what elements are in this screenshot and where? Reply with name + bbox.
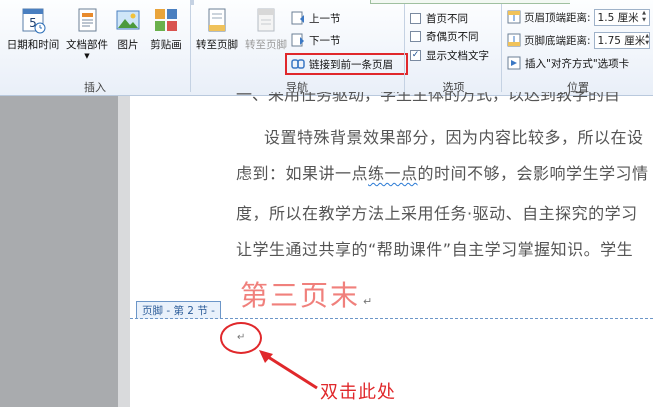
insert-align-tab-label: 插入"对齐方式"选项卡 <box>525 57 630 70</box>
context-tab-edge <box>370 0 570 4</box>
goto-header-label: 转至页脚 <box>245 39 287 51</box>
page-end-heading: 第三页末 ↵ <box>240 279 375 312</box>
clipart-button[interactable]: 剪贴画 <box>146 4 186 66</box>
group-divider <box>404 4 405 92</box>
clipart-icon <box>152 6 180 34</box>
header-distance-field[interactable]: 1.5 厘米 ▲ ▼ <box>593 8 650 26</box>
ribbon: 5 日期和时间 文档部件 ▼ 图片 剪贴画 插入 转至页脚 转至页脚 上一节 下… <box>0 0 653 96</box>
footer-distance-label: 页脚底端距离: <box>524 34 591 47</box>
group-divider <box>190 4 191 92</box>
next-section-icon <box>291 33 305 47</box>
calendar-icon: 5 <box>19 6 47 34</box>
partial-text-line: 一、采用任务驱动，学生主体的方式，以达到教学的目 <box>236 92 621 102</box>
grammar-underlined-text: 练一点 <box>368 164 418 183</box>
previous-section-button[interactable]: 上一节 <box>291 9 341 27</box>
different-first-page-label: 首页不同 <box>426 12 468 25</box>
chevron-down-icon: ▼ <box>84 52 90 60</box>
body-text-line: 虑到：如果讲一点练一点的时间不够，会影响学生学习情 <box>236 164 649 183</box>
show-document-text-checkbox[interactable]: ✓ 显示文档文字 <box>410 46 489 64</box>
clipart-label: 剪贴画 <box>150 39 182 51</box>
next-section-label: 下一节 <box>309 34 341 47</box>
picture-label: 图片 <box>117 39 139 51</box>
document-page[interactable]: 一、采用任务驱动，学生主体的方式，以达到教学的目 设置特殊背景效果部分，因为内容… <box>130 92 653 407</box>
spinner-arrows-icon[interactable]: ▲ ▼ <box>640 10 649 25</box>
checkmark-icon: ✓ <box>410 49 421 61</box>
different-first-page-checkbox[interactable]: 首页不同 <box>410 9 468 27</box>
spinner-arrows-icon[interactable]: ▲ ▼ <box>645 33 649 48</box>
footer-section-tag: 页脚 - 第 2 节 - <box>136 301 221 319</box>
position-group-label: 位置 <box>567 81 589 94</box>
goto-footer-icon <box>203 6 231 34</box>
insert-group-label: 插入 <box>84 81 106 94</box>
footer-distance-icon <box>507 33 521 47</box>
goto-footer-label: 转至页脚 <box>196 39 238 51</box>
header-distance-label: 页眉顶端距离: <box>524 11 591 24</box>
annotation-arrow-icon <box>259 350 318 390</box>
link-previous-highlight-box <box>285 53 408 75</box>
header-distance-icon <box>507 10 521 24</box>
page-margin-shadow <box>118 96 130 407</box>
document-parts-button[interactable]: 文档部件 ▼ <box>64 4 110 66</box>
footer-distance-spinner[interactable]: 页脚底端距离: 1.75 厘米 ▲ ▼ <box>507 31 650 49</box>
footer-boundary-line <box>130 318 653 319</box>
previous-section-icon <box>291 11 305 25</box>
date-time-button[interactable]: 5 日期和时间 <box>4 4 62 66</box>
picture-icon <box>114 6 142 34</box>
checkbox-box <box>410 12 421 24</box>
header-distance-value: 1.5 厘米 <box>597 11 639 24</box>
checkbox-box <box>410 30 421 42</box>
different-odd-even-label: 奇偶页不同 <box>426 30 479 43</box>
footer-distance-field[interactable]: 1.75 厘米 ▲ ▼ <box>593 31 650 49</box>
goto-footer-button[interactable]: 转至页脚 <box>194 4 240 66</box>
navigation-group-label: 导航 <box>286 81 308 94</box>
header-distance-spinner[interactable]: 页眉顶端距离: 1.5 厘米 ▲ ▼ <box>507 8 650 26</box>
document-parts-label: 文档部件 <box>66 39 108 51</box>
goto-header-icon <box>252 6 280 34</box>
double-click-annotation: 双击此处 <box>320 382 396 403</box>
different-odd-even-checkbox[interactable]: 奇偶页不同 <box>410 27 479 45</box>
body-text-line: 让学生通过共享的“帮助课件”自主学习掌握知识。学生 <box>236 240 634 259</box>
body-text-line: 设置特殊背景效果部分，因为内容比较多，所以在设 <box>264 128 644 147</box>
document-parts-icon <box>73 6 101 34</box>
group-divider <box>501 4 502 92</box>
show-document-text-label: 显示文档文字 <box>426 49 489 62</box>
date-time-label: 日期和时间 <box>6 39 60 51</box>
picture-button[interactable]: 图片 <box>112 4 144 66</box>
options-group-label: 选项 <box>442 81 465 94</box>
body-text-line: 度，所以在教学方法上采用任务·驱动、自主探究的学习 <box>236 204 638 223</box>
footer-distance-value: 1.75 厘米 <box>597 34 646 47</box>
paragraph-mark: ↵ <box>363 295 375 308</box>
goto-header-button[interactable]: 转至页脚 <box>243 4 289 66</box>
next-section-button[interactable]: 下一节 <box>291 31 341 49</box>
previous-section-label: 上一节 <box>309 12 341 25</box>
align-tab-icon <box>507 56 521 70</box>
insert-align-tab-button[interactable]: 插入"对齐方式"选项卡 <box>507 54 629 72</box>
